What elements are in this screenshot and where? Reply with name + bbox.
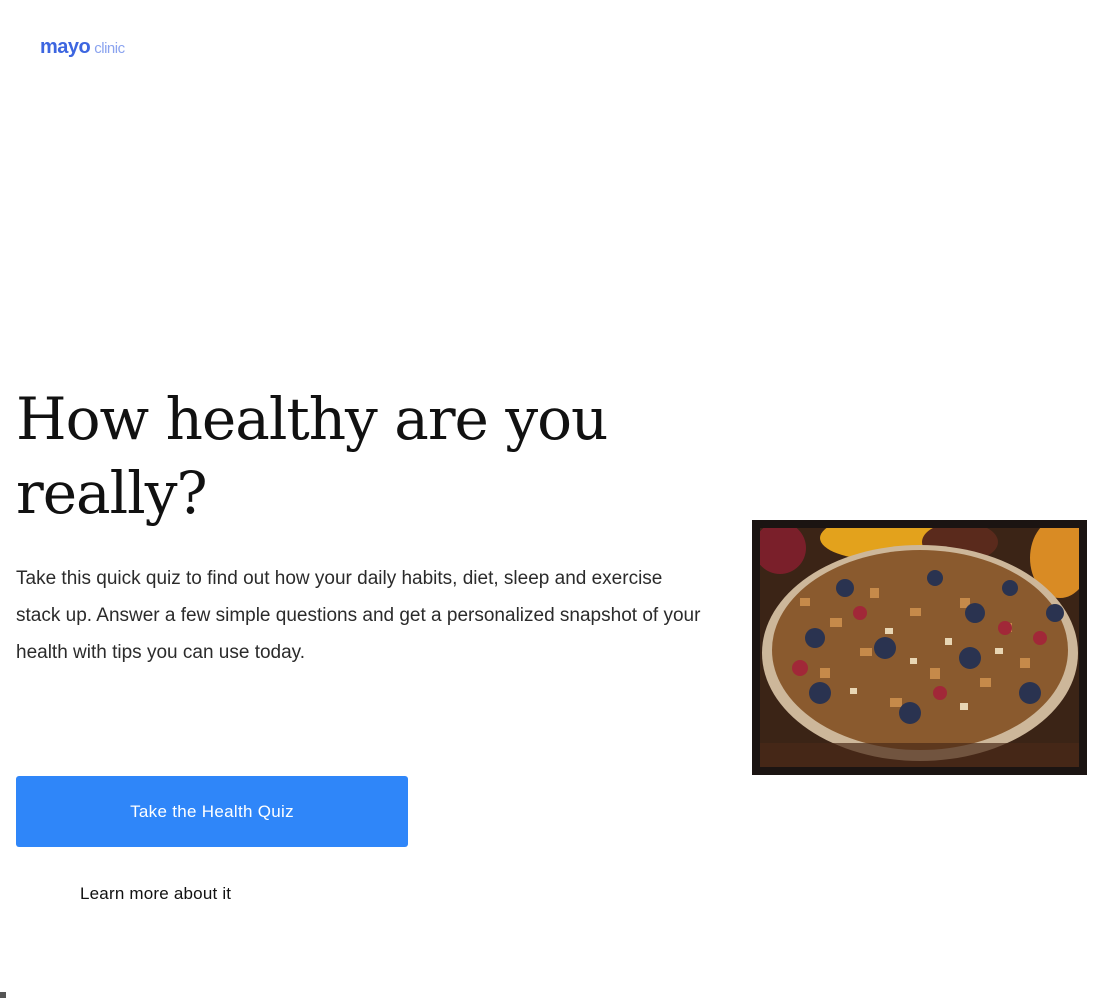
hero-title: How healthy are you really? [16,385,608,527]
hero-description: Take this quick quiz to find out how you… [16,568,701,663]
logo-wordmark: mayo [40,36,91,58]
logo-suffix: clinic [94,40,125,57]
granola-bowl-illustration [760,528,1079,767]
granola-bowl-image [752,520,1087,775]
corner-mark [0,992,6,998]
brand-logo[interactable]: mayo clinic [40,36,125,59]
take-quiz-button[interactable]: Take the Health Quiz [16,776,408,847]
learn-more-link[interactable]: Learn more about it [80,884,231,904]
page: mayo clinic How healthy are you really? T… [0,0,1100,1000]
